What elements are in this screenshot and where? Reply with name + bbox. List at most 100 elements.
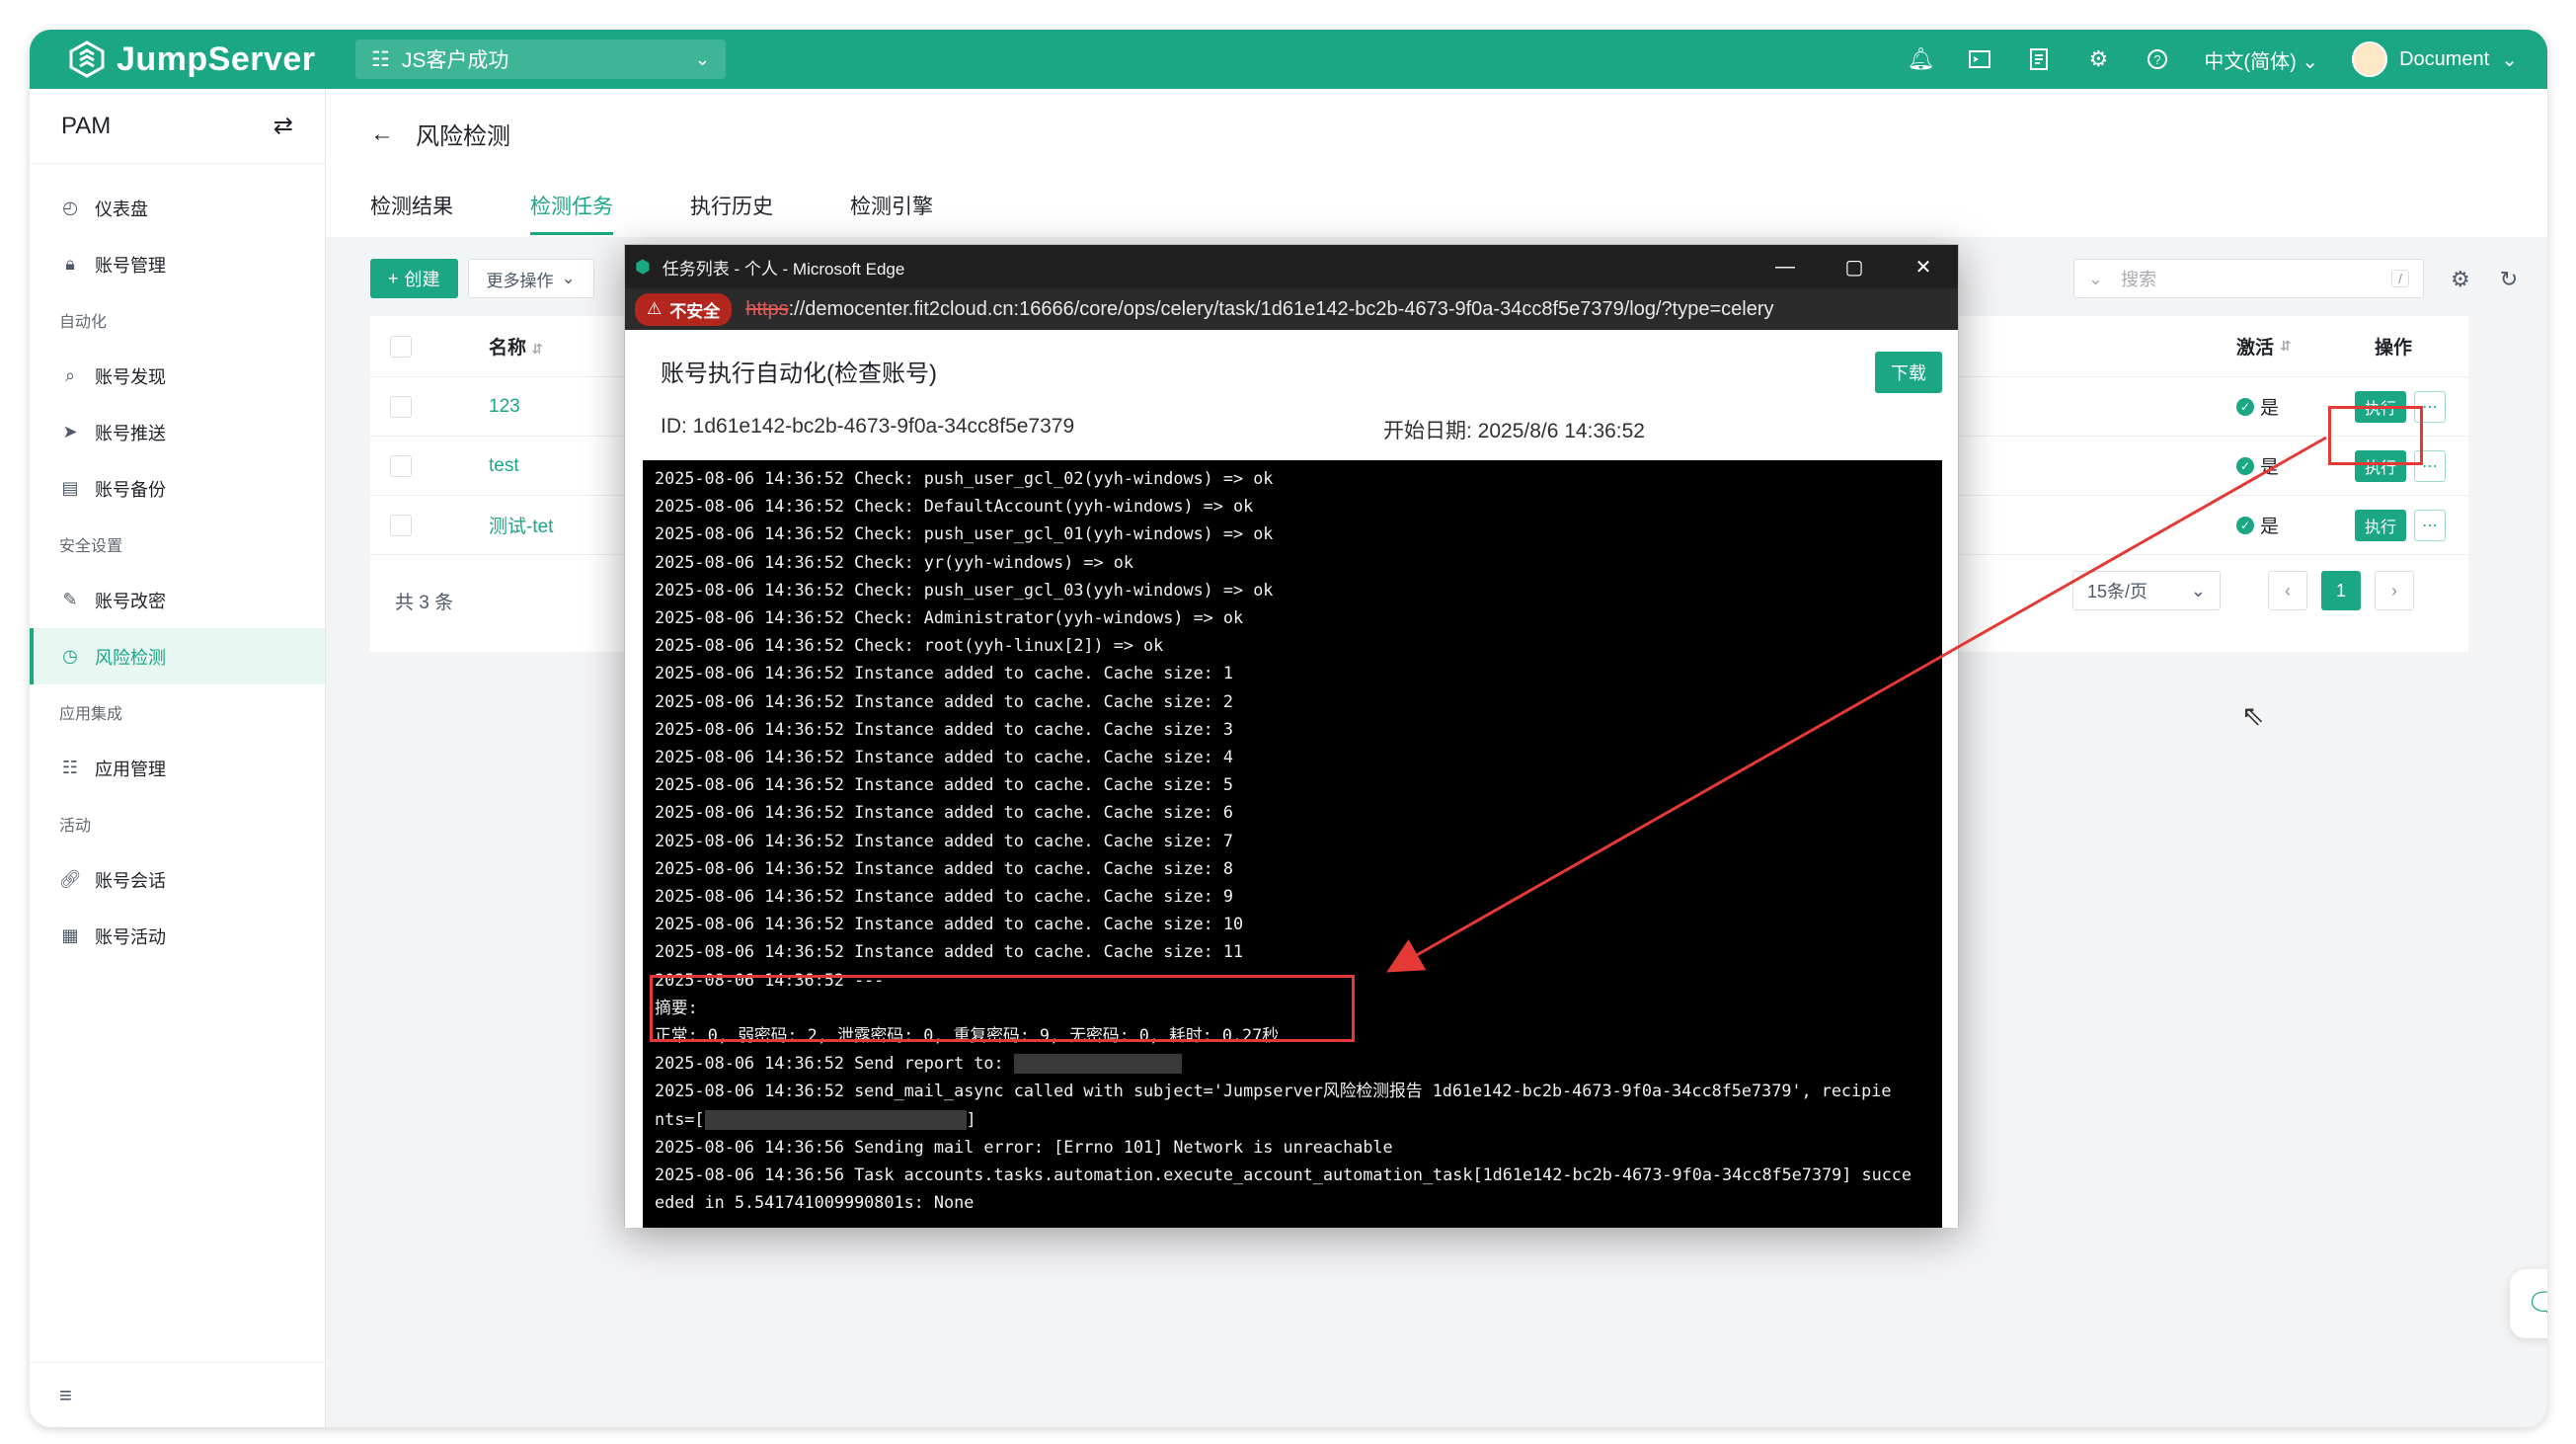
create-label: 创建 [404,270,440,289]
address-bar[interactable]: ⚠ 不安全 https://democenter.fit2cloud.cn:16… [625,288,1958,330]
log-line: 2025-08-06 14:36:52 Instance added to ca… [655,941,1244,962]
tab-detection-results[interactable]: 检测结果 [370,176,453,235]
dashboard-icon: ◴ [62,198,78,217]
sidebar-group-security: 安全设置 [59,538,123,555]
collapse-sidebar-button[interactable]: ≡ [30,1362,325,1427]
top-bar: JumpServer ☷ JS客户成功 ⌄ 🔔︎ ⚙ ? 中文(简体) ⌄ Do… [30,30,2547,89]
sidebar-item-risk-detection[interactable]: ◷ 风险检测 [30,628,325,684]
log-line: 2025-08-06 14:36:52 Send report to: [655,1049,1930,1077]
language-select[interactable]: 中文(简体) ⌄ [2204,45,2318,74]
sidebar-item-label: 账号备份 [95,479,166,500]
mouse-cursor-icon: ⇖ [2241,700,2265,731]
sidebar-item-label: 账号改密 [95,591,166,611]
send-report-text: 2025-08-06 14:36:52 Send report to: [655,1053,1014,1074]
active-status: ✓ 是 [2236,452,2279,479]
gear-icon[interactable]: ⚙ [2085,46,2111,72]
task-name-link[interactable]: 123 [489,396,520,418]
tab-detection-tasks[interactable]: 检测任务 [530,176,613,235]
search-input[interactable]: ⌄ 搜索 / [2073,259,2424,298]
insecure-badge[interactable]: ⚠ 不安全 [635,292,733,326]
bell-icon[interactable]: 🔔︎ [1907,46,1934,72]
sidebar: PAM ⇄ ◴ 仪表盘 🔒︎ 账号管理 自动化 ⌕ 账号发现 ➤ 账号推送 ▤ … [30,89,326,1427]
refresh-icon[interactable]: ↻ [2500,267,2518,292]
select-all-checkbox[interactable] [390,335,412,358]
sidebar-item-label: 账号推送 [95,423,166,443]
task-id: ID: 1d61e142-bc2b-4673-9f0a-34cc8f5e7379 [661,415,1075,438]
sidebar-item-account-activity[interactable]: ▦ 账号活动 [30,908,325,964]
menu-collapse-icon: ≡ [59,1382,72,1407]
settings-icon[interactable]: ⚙ [2451,267,2470,292]
terminal-icon[interactable] [1967,46,1992,72]
close-icon[interactable]: ✕ [1889,245,1958,288]
svg-text:?: ? [2154,52,2161,67]
active-status: ✓ 是 [2236,512,2279,538]
calendar-icon: ▦ [61,925,79,945]
row-checkbox[interactable] [390,454,412,477]
tab-execution-history[interactable]: 执行历史 [690,176,773,235]
warning-icon: ⚠ [647,299,663,318]
sidebar-item-label: 账号发现 [95,366,166,387]
log-line: 2025-08-06 14:36:52 Instance added to ca… [655,886,1233,907]
row-actions: 执行 ⋯ [2355,509,2447,541]
lock-icon: 🔒︎ [65,254,75,274]
sidebar-title: PAM [61,112,112,139]
column-active[interactable]: 激活 ⇵ [2236,333,2292,360]
jumpserver-logo-icon [69,40,105,78]
prev-page-button[interactable]: ‹ [2268,571,2307,610]
row-checkbox[interactable] [390,514,412,536]
backup-icon: ▤ [61,478,79,498]
link-icon: 🔗︎ [58,869,82,889]
task-name-link[interactable]: 测试-tet [489,512,553,538]
sidebar-item-account-discovery[interactable]: ⌕ 账号发现 [30,348,325,404]
help-icon[interactable]: ? [2145,46,2170,72]
log-terminal[interactable]: 2025-08-06 14:36:52 Check: push_user_gcl… [643,460,1942,1228]
table-tools: ⚙ ↻ [2451,267,2518,292]
sidebar-item-account-sessions[interactable]: 🔗︎ 账号会话 [30,851,325,908]
recipients-prefix: nts=[ [655,1108,705,1129]
tab-detection-engine[interactable]: 检测引擎 [850,176,933,235]
sidebar-item-change-secret[interactable]: ✎ 账号改密 [30,572,325,628]
insecure-label: 不安全 [669,301,721,321]
document-icon[interactable] [2026,46,2052,72]
page-size-select[interactable]: 15条/页 ⌄ [2072,571,2221,610]
chevron-down-icon: ⌄ [561,269,576,287]
maximize-icon[interactable]: ▢ [1820,245,1889,288]
sidebar-item-account-push[interactable]: ➤ 账号推送 [30,404,325,460]
task-name-link[interactable]: test [489,455,519,477]
more-icon[interactable]: ⋯ [2414,509,2447,541]
row-checkbox[interactable] [390,395,412,418]
search-placeholder: 搜索 [2121,270,2157,289]
chevron-down-icon: ⌄ [2190,580,2206,601]
sidebar-item-label: 账号管理 [95,255,166,276]
sidebar-item-app-management[interactable]: ☷ 应用管理 [30,740,325,796]
check-circle-icon: ✓ [2236,456,2254,475]
log-line: 2025-08-06 14:36:52 Instance added to ca… [655,774,1233,795]
create-button[interactable]: + 创建 [370,259,458,298]
next-page-button[interactable]: › [2375,571,2414,610]
column-name[interactable]: 名称 ⇵ [489,333,543,360]
execute-button[interactable]: 执行 [2355,509,2407,541]
user-menu[interactable]: Document ⌄ [2352,41,2518,77]
window-controls: — ▢ ✕ [1751,245,1958,288]
sidebar-group-integration: 应用集成 [59,706,123,723]
chevron-down-icon: ⌄ [2088,268,2104,288]
sidebar-item-account-backup[interactable]: ▤ 账号备份 [30,460,325,517]
redacted-recipients [704,1109,967,1130]
sidebar-item-account-management[interactable]: 🔒︎ 账号管理 [30,236,325,292]
chat-assistant-icon[interactable]: 🗨︎ [2510,1269,2547,1338]
pagination: 15条/页 ⌄ ‹ 1 › [2072,571,2414,610]
download-button[interactable]: 下载 [1875,352,1942,393]
url-text: https://democenter.fit2cloud.cn:16666/co… [745,298,1773,321]
org-select[interactable]: ☷ JS客户成功 ⌄ [355,40,726,79]
page-size-label: 15条/页 [2087,582,2148,602]
minimize-icon[interactable]: — [1751,245,1820,288]
switch-icon[interactable]: ⇄ [273,112,293,140]
back-arrow-icon[interactable]: ← [370,120,394,148]
logo[interactable]: JumpServer [67,40,316,79]
recipients-suffix: ] [966,1108,976,1129]
jumpserver-tab-icon: ⬢ [635,256,651,277]
page-number-button[interactable]: 1 [2321,571,2361,610]
sidebar-item-dashboard[interactable]: ◴ 仪表盘 [30,180,325,236]
more-actions-button[interactable]: 更多操作 ⌄ [467,259,594,298]
sidebar-item-label: 账号活动 [95,926,166,947]
